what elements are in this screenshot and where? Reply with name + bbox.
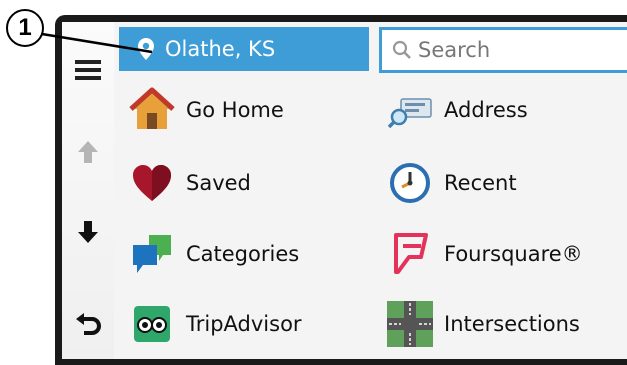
callout-leader-line <box>41 32 153 54</box>
callout-marker: 1 <box>6 9 44 47</box>
callout-number: 1 <box>18 14 32 41</box>
